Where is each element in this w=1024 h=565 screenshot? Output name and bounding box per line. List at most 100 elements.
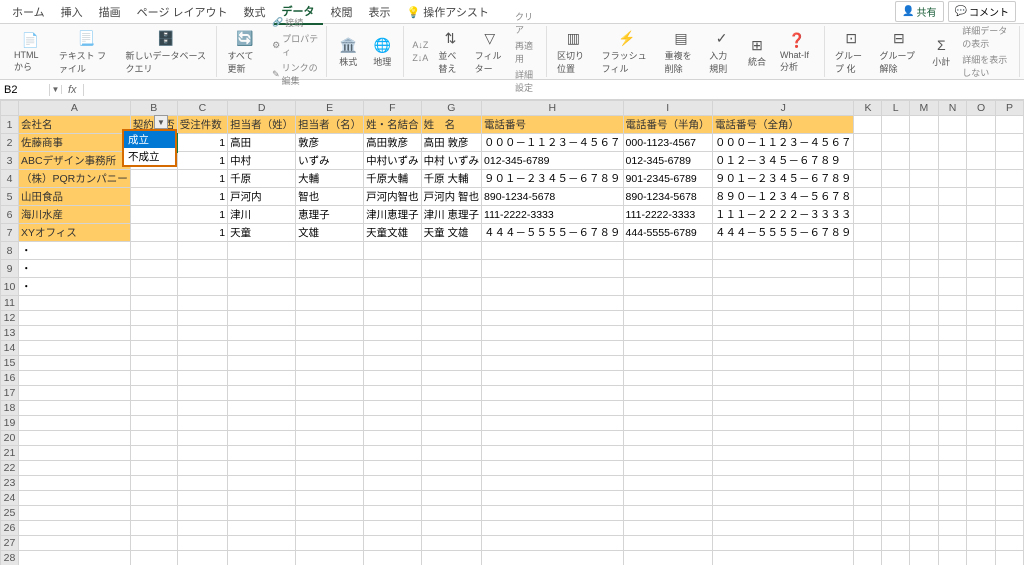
cell-E19[interactable] <box>296 416 364 431</box>
cell-A8[interactable]: ・ <box>19 242 131 260</box>
cell-L19[interactable] <box>882 416 909 431</box>
cell-B10[interactable] <box>130 278 177 296</box>
cell-G15[interactable] <box>421 356 481 371</box>
cell-K16[interactable] <box>854 371 882 386</box>
cell-G26[interactable] <box>421 521 481 536</box>
cell-F28[interactable] <box>364 551 422 565</box>
col-header-J[interactable]: J <box>712 101 854 116</box>
col-header-F[interactable]: F <box>364 101 422 116</box>
cell-E26[interactable] <box>296 521 364 536</box>
cell-M20[interactable] <box>909 431 938 446</box>
properties-button[interactable]: ⚙プロパティ <box>270 31 320 59</box>
cell-O16[interactable] <box>967 371 996 386</box>
cell-G3[interactable]: 中村 いずみ <box>421 152 481 170</box>
cell-O26[interactable] <box>967 521 996 536</box>
hide-detail-button[interactable]: 詳細を表示しない <box>960 52 1013 80</box>
cell-G17[interactable] <box>421 386 481 401</box>
cell-E9[interactable] <box>296 260 364 278</box>
dropdown-option-1[interactable]: 成立 <box>124 131 175 148</box>
cell-G25[interactable] <box>421 506 481 521</box>
cell-C5[interactable]: 1 <box>177 188 227 206</box>
cell-G20[interactable] <box>421 431 481 446</box>
cell-C1[interactable]: 受注件数 <box>177 116 227 134</box>
cell-L26[interactable] <box>882 521 909 536</box>
show-detail-button[interactable]: 詳細データの表示 <box>960 23 1013 51</box>
cell-H27[interactable] <box>482 536 624 551</box>
cell-A19[interactable] <box>19 416 131 431</box>
cell-L7[interactable] <box>882 224 909 242</box>
tell-me[interactable]: 💡 操作アシスト <box>399 0 497 24</box>
cell-D16[interactable] <box>228 371 296 386</box>
cell-D7[interactable]: 天童 <box>228 224 296 242</box>
cell-N12[interactable] <box>938 311 966 326</box>
cell-F21[interactable] <box>364 446 422 461</box>
col-header-G[interactable]: G <box>421 101 481 116</box>
cell-I7[interactable]: 444-5555-6789 <box>623 224 712 242</box>
cell-J14[interactable] <box>712 341 854 356</box>
cell-H17[interactable] <box>482 386 624 401</box>
row-header-25[interactable]: 25 <box>1 506 19 521</box>
cell-P19[interactable] <box>995 416 1023 431</box>
cell-F8[interactable] <box>364 242 422 260</box>
row-header-4[interactable]: 4 <box>1 170 19 188</box>
name-box-dropdown[interactable]: ▼ <box>50 85 62 94</box>
cell-C6[interactable]: 1 <box>177 206 227 224</box>
cell-D28[interactable] <box>228 551 296 565</box>
cell-J17[interactable] <box>712 386 854 401</box>
cell-E3[interactable]: いずみ <box>296 152 364 170</box>
cell-C12[interactable] <box>177 311 227 326</box>
row-header-24[interactable]: 24 <box>1 491 19 506</box>
cell-D14[interactable] <box>228 341 296 356</box>
cell-M27[interactable] <box>909 536 938 551</box>
tab-pagelayout[interactable]: ページ レイアウト <box>129 0 236 24</box>
ungroup-button[interactable]: ⊟グループ 解除 <box>876 27 923 77</box>
cell-M8[interactable] <box>909 242 938 260</box>
cell-L1[interactable] <box>882 116 909 134</box>
cell-E16[interactable] <box>296 371 364 386</box>
cell-N13[interactable] <box>938 326 966 341</box>
refresh-all-button[interactable]: 🔄すべて 更新 <box>223 27 266 77</box>
cell-H6[interactable]: 111-2222-3333 <box>482 206 624 224</box>
cell-B25[interactable] <box>130 506 177 521</box>
cell-M2[interactable] <box>909 134 938 152</box>
row-header-22[interactable]: 22 <box>1 461 19 476</box>
cell-G5[interactable]: 戸河内 智也 <box>421 188 481 206</box>
cell-D10[interactable] <box>228 278 296 296</box>
cell-K10[interactable] <box>854 278 882 296</box>
cell-I24[interactable] <box>623 491 712 506</box>
row-header-16[interactable]: 16 <box>1 371 19 386</box>
filter-button[interactable]: ▽フィルター <box>471 27 509 77</box>
connections-button[interactable]: 🔗接続 <box>270 15 320 30</box>
cell-O24[interactable] <box>967 491 996 506</box>
cell-B7[interactable] <box>130 224 177 242</box>
cell-J23[interactable] <box>712 476 854 491</box>
cell-A20[interactable] <box>19 431 131 446</box>
cell-E6[interactable]: 恵理子 <box>296 206 364 224</box>
cell-N24[interactable] <box>938 491 966 506</box>
cell-I1[interactable]: 電話番号（半角） <box>623 116 712 134</box>
cell-K27[interactable] <box>854 536 882 551</box>
cell-E22[interactable] <box>296 461 364 476</box>
cell-L25[interactable] <box>882 506 909 521</box>
cell-C24[interactable] <box>177 491 227 506</box>
cell-I26[interactable] <box>623 521 712 536</box>
cell-G21[interactable] <box>421 446 481 461</box>
cell-A27[interactable] <box>19 536 131 551</box>
geography-button[interactable]: 🌐地理 <box>367 33 397 70</box>
cell-N18[interactable] <box>938 401 966 416</box>
cell-C23[interactable] <box>177 476 227 491</box>
cell-G19[interactable] <box>421 416 481 431</box>
cell-P4[interactable] <box>995 170 1023 188</box>
cell-K20[interactable] <box>854 431 882 446</box>
cell-G23[interactable] <box>421 476 481 491</box>
col-header-P[interactable]: P <box>995 101 1023 116</box>
cell-C19[interactable] <box>177 416 227 431</box>
cell-G6[interactable]: 津川 恵理子 <box>421 206 481 224</box>
cell-B8[interactable] <box>130 242 177 260</box>
cell-J6[interactable]: １１１－２２２２－３３３３ <box>712 206 854 224</box>
row-header-1[interactable]: 1 <box>1 116 19 134</box>
cell-I2[interactable]: 000-1123-4567 <box>623 134 712 152</box>
cell-E21[interactable] <box>296 446 364 461</box>
cell-K18[interactable] <box>854 401 882 416</box>
cell-F1[interactable]: 姓・名結合 <box>364 116 422 134</box>
